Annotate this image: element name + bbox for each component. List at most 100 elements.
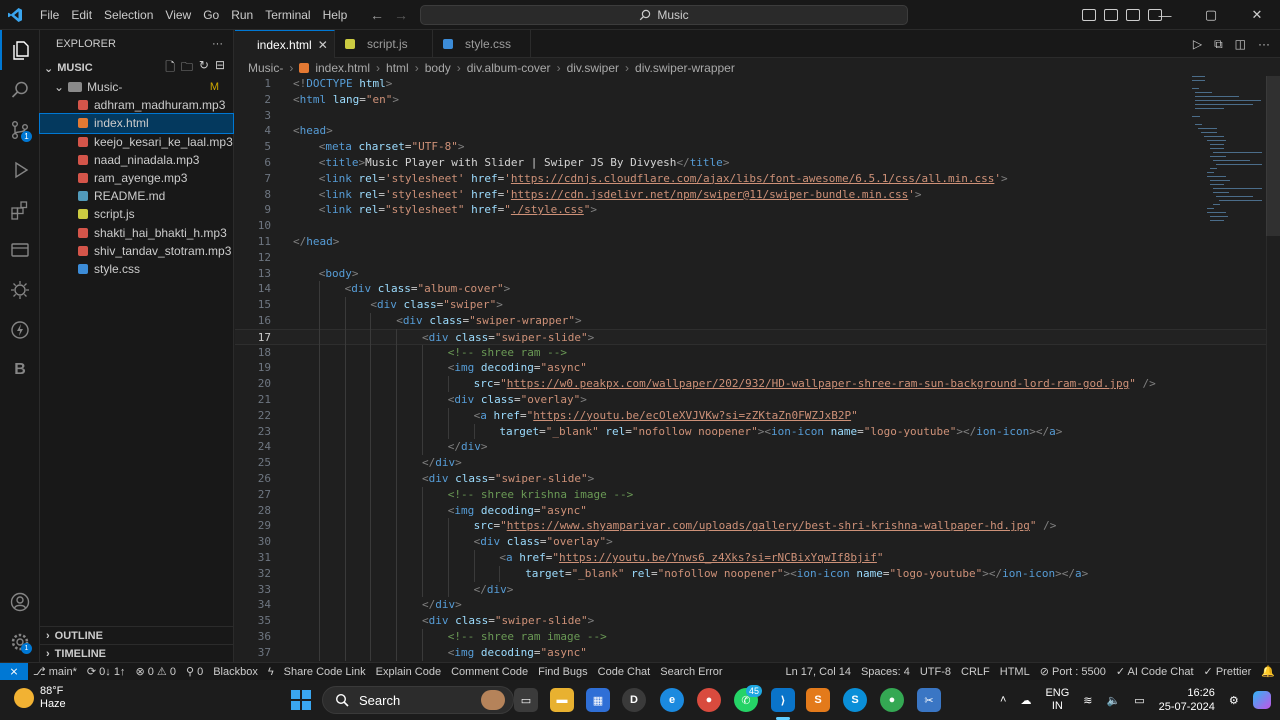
dell-icon[interactable]: D (622, 688, 646, 712)
file-item[interactable]: shakti_hai_bhakti_h.mp3 (40, 224, 233, 242)
toggle-panel-icon[interactable] (1104, 9, 1118, 21)
notifications-bell-icon[interactable]: 🔔 (1256, 665, 1280, 678)
ports-indicator[interactable]: ⚲ 0 (181, 665, 208, 678)
file-explorer-icon[interactable]: ▬ (550, 688, 574, 712)
cursor-position[interactable]: Ln 17, Col 14 (781, 666, 856, 678)
code-line[interactable]: 10 (235, 218, 1280, 234)
search-icon[interactable] (0, 70, 40, 110)
more-actions-icon[interactable]: ··· (212, 38, 223, 50)
code-line[interactable]: 34 </div> (235, 597, 1280, 613)
code-line[interactable]: 32 target="_blank" rel="nofollow noopener… (235, 566, 1280, 582)
run-icon[interactable]: ▷ (1193, 37, 1202, 51)
file-item[interactable]: README.md (40, 187, 233, 205)
refresh-icon[interactable]: ↻ (199, 58, 209, 79)
code-line[interactable]: 28 <img decoding="async" (235, 503, 1280, 519)
open-preview-icon[interactable]: ⧉ (1214, 37, 1223, 52)
onedrive-icon[interactable]: ☁ (1020, 694, 1031, 707)
explorer-icon[interactable] (0, 30, 40, 70)
menu-run[interactable]: Run (225, 0, 259, 30)
menu-terminal[interactable]: Terminal (259, 0, 316, 30)
copilot-tray-icon[interactable] (1252, 691, 1271, 709)
volume-icon[interactable]: 🔈 (1107, 694, 1121, 707)
indentation[interactable]: Spaces: 4 (856, 666, 915, 678)
command-center-search[interactable]: Music (420, 5, 908, 25)
weather-widget[interactable]: 88°F Haze (14, 685, 66, 711)
breadcrumb-item[interactable]: div.swiper-wrapper (635, 61, 735, 75)
close-window-icon[interactable]: ✕ (1234, 0, 1280, 30)
problems-indicator[interactable]: ⊗ 0 ⚠ 0 (130, 665, 181, 678)
vscode-taskbar-icon[interactable]: ⟩ (771, 688, 795, 712)
toggle-secondary-sidebar-icon[interactable] (1126, 9, 1140, 21)
blackbox-icon[interactable]: B (0, 350, 40, 390)
code-chat[interactable]: Code Chat (593, 666, 656, 678)
back-arrow-icon[interactable]: ← (370, 7, 384, 23)
settings-tray-icon[interactable]: ⚙ (1229, 694, 1239, 707)
search-error[interactable]: Search Error (655, 666, 727, 678)
file-item[interactable]: adhram_madhuram.mp3 (40, 96, 233, 114)
code-line[interactable]: 24 </div> (235, 439, 1280, 455)
battery-icon[interactable]: ▭ (1134, 694, 1144, 707)
breadcrumb-item[interactable]: Music- (248, 61, 283, 75)
code-line[interactable]: 35 <div class="swiper-slide"> (235, 613, 1280, 629)
live-share-icon[interactable] (0, 310, 40, 350)
remote-explorer-icon[interactable] (0, 230, 40, 270)
breadcrumb-item[interactable]: index.html (315, 61, 370, 75)
folder-music[interactable]: ⌄ Music- M (40, 78, 233, 96)
scrollbar-thumb[interactable] (1266, 76, 1280, 236)
file-item[interactable]: style.css (40, 260, 233, 278)
toggle-sidebar-icon[interactable] (1082, 9, 1096, 21)
copilot-icon[interactable] (0, 270, 40, 310)
code-line[interactable]: 18 <!-- shree ram --> (235, 345, 1280, 361)
tab-index-html[interactable]: index.html ✕ (235, 30, 335, 58)
run-debug-icon[interactable] (0, 150, 40, 190)
maximize-icon[interactable]: ▢ (1188, 0, 1234, 30)
code-line[interactable]: 22 <a href="https://youtu.be/ecOleXVJVKw?… (235, 408, 1280, 424)
extensions-icon[interactable] (0, 190, 40, 230)
collapse-all-icon[interactable]: ⊟ (215, 58, 225, 79)
code-line[interactable]: 20 src="https://w0.peakpx.com/wallpaper/2… (235, 376, 1280, 392)
code-line[interactable]: 1 <!DOCTYPE html> (235, 76, 1280, 92)
code-editor[interactable]: 1 <!DOCTYPE html> 2 <html lang="en"> 3 4 <head… (235, 76, 1280, 662)
menu-edit[interactable]: Edit (65, 0, 98, 30)
snipping-tool-icon[interactable]: ✂ (917, 688, 941, 712)
code-line[interactable]: 7 <link rel='stylesheet' href='https://cd… (235, 171, 1280, 187)
workspace-root[interactable]: ⌄ MUSIC 🗋 🗀 ↻ ⊟ (40, 58, 233, 78)
encoding[interactable]: UTF-8 (915, 666, 956, 678)
code-line[interactable]: 23 target="_blank" rel="nofollow noopener… (235, 424, 1280, 440)
code-line[interactable]: 26 <div class="swiper-slide"> (235, 471, 1280, 487)
code-line[interactable]: 5 <meta charset="UTF-8"> (235, 139, 1280, 155)
code-line[interactable]: 25 </div> (235, 455, 1280, 471)
code-line[interactable]: 3 (235, 108, 1280, 124)
menu-view[interactable]: View (159, 0, 197, 30)
source-control-icon[interactable]: 1 (0, 110, 40, 150)
code-line[interactable]: 21 <div class="overlay"> (235, 392, 1280, 408)
menu-file[interactable]: File (34, 0, 65, 30)
line-ending[interactable]: CRLF (956, 666, 995, 678)
remote-indicator-icon[interactable]: ⨯ (0, 662, 28, 681)
outline-section[interactable]: › OUTLINE (40, 626, 234, 644)
code-line[interactable]: 31 <a href="https://youtu.be/Ynws6_z4Xks?… (235, 550, 1280, 566)
code-line[interactable]: 14 <div class="album-cover"> (235, 281, 1280, 297)
file-item[interactable]: shiv_tandav_stotram.mp3 (40, 242, 233, 260)
file-item[interactable]: keejo_kesari_ke_laal.mp3 (40, 133, 233, 151)
breadcrumb-item[interactable]: div.album-cover (467, 61, 551, 75)
edge-icon[interactable]: e (660, 688, 684, 712)
sublime-icon[interactable]: S (806, 688, 830, 712)
code-line[interactable]: 8 <link rel='stylesheet' href='https://cd… (235, 187, 1280, 203)
file-item[interactable]: script.js (40, 205, 233, 223)
breadcrumb-item[interactable]: body (425, 61, 451, 75)
code-line[interactable]: 13 <body> (235, 266, 1280, 282)
wifi-icon[interactable]: ≋ (1083, 694, 1092, 707)
start-button-icon[interactable] (291, 690, 311, 710)
menu-help[interactable]: Help (317, 0, 354, 30)
file-item[interactable]: index.html (39, 113, 234, 134)
breadcrumb-item[interactable]: html (386, 61, 409, 75)
find-bugs[interactable]: Find Bugs (533, 666, 593, 678)
code-line[interactable]: 17 <div class="swiper-slide"> (235, 328, 1280, 345)
file-item[interactable]: ram_ayenge.mp3 (40, 169, 233, 187)
taskbar-search[interactable]: Search (322, 686, 514, 714)
code-line[interactable]: 33 </div> (235, 582, 1280, 598)
task-view-icon[interactable]: ▭ (514, 688, 538, 712)
timeline-section[interactable]: › TIMELINE (40, 644, 234, 662)
comment-code[interactable]: Comment Code (446, 666, 533, 678)
